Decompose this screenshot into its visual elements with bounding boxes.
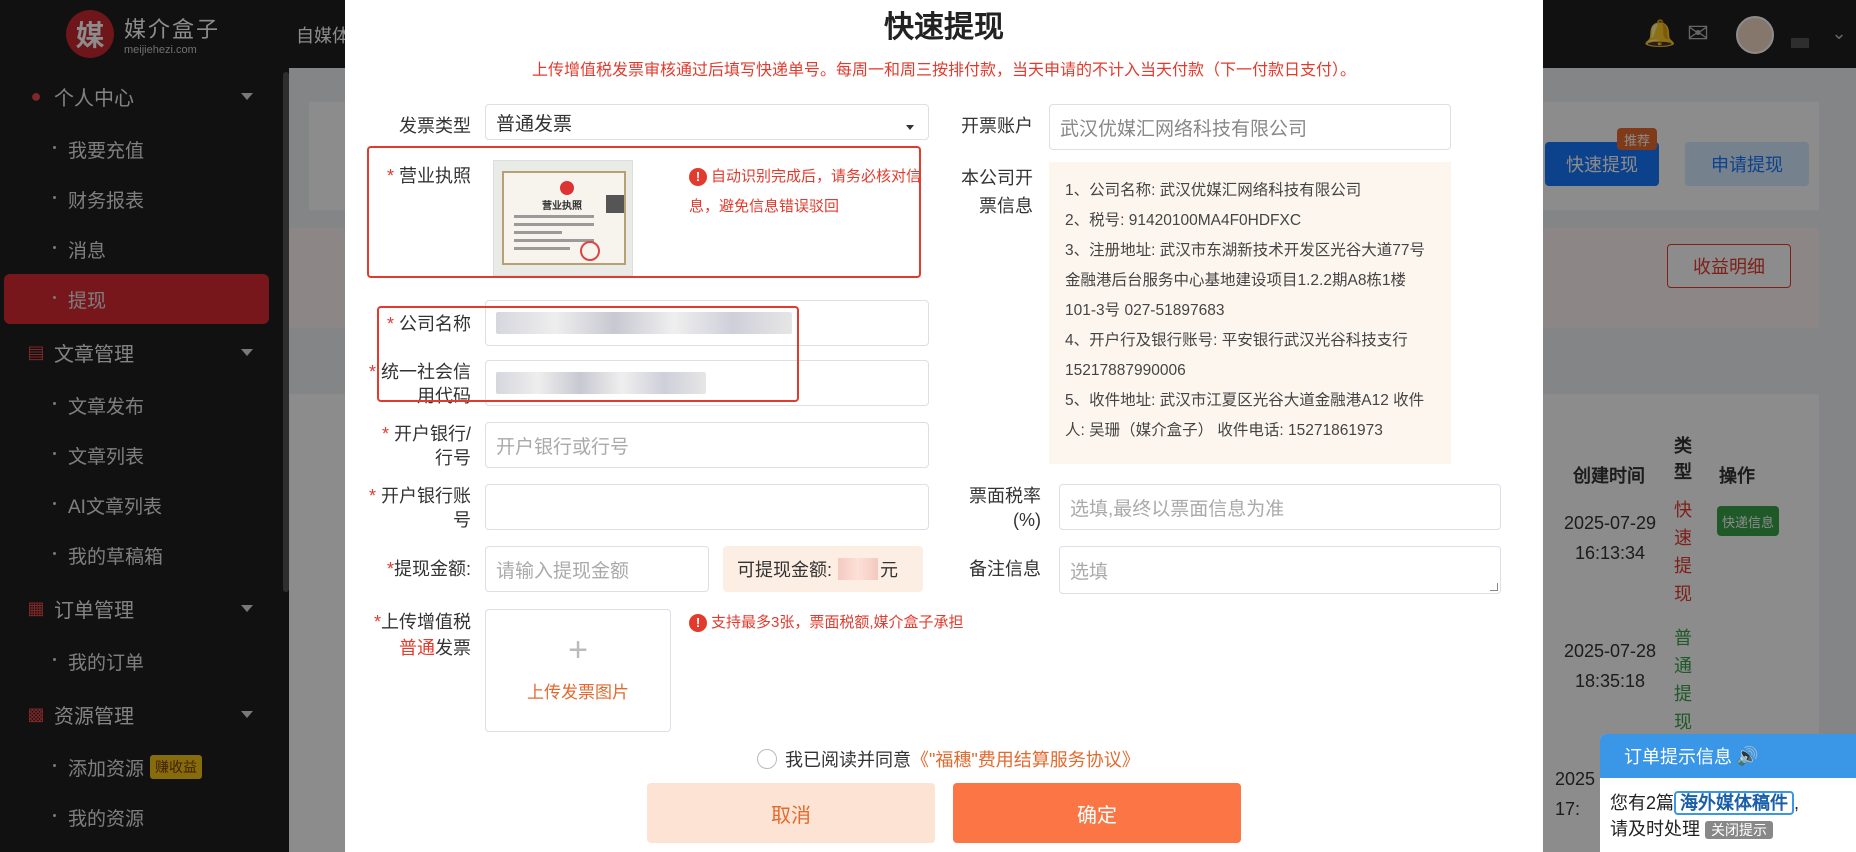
company-info-line: 2、税号: 91420100MA4F0HDFXC: [1065, 212, 1302, 229]
order-notification-panel: 订单提示信息 🔊 您有2篇 海外媒体稿件, 请及时处理 关闭提示: [1600, 734, 1856, 852]
amount-label: *提现金额:: [386, 559, 471, 579]
agree-radio[interactable]: [757, 749, 777, 769]
account-input[interactable]: [485, 484, 929, 530]
amount-placeholder: 请输入提现金额: [496, 560, 630, 582]
close-tip-button[interactable]: 关闭提示: [1705, 821, 1774, 839]
order-panel-body: 您有2篇 海外媒体稿件, 请及时处理 关闭提示: [1610, 791, 1800, 839]
upload-label: *上传增值税 普通发票: [373, 612, 471, 658]
remark-label: 备注信息: [969, 559, 1041, 579]
upload-warning-text: 支持最多3张，票面税额,媒介盒子承担: [711, 614, 964, 631]
redacted-value: [838, 558, 879, 580]
invoice-type-label: 发票类型: [399, 116, 471, 136]
order-panel-highlight[interactable]: 海外媒体稿件: [1674, 791, 1795, 815]
bank-label-text: 开户银行/行号: [393, 424, 471, 468]
order-panel-title: 订单提示信息: [1624, 747, 1732, 767]
cancel-button[interactable]: 取消: [647, 783, 935, 843]
upload-warning: ! 支持最多3张，票面税额,媒介盒子承担: [689, 608, 1089, 638]
billing-account-field: 武汉优媒汇网络科技有限公司: [1049, 104, 1451, 150]
amount-label-text: 提现金额:: [393, 559, 471, 579]
company-info-line: 4、开户行及银行账号: 平安银行武汉光谷科技支行15217887990006: [1065, 332, 1408, 379]
agreement-link[interactable]: 《"福穗"费用结算服务协议》: [911, 746, 1140, 772]
invoice-type-value: 普通发票: [496, 113, 573, 135]
upload-label-b-red: 普通: [399, 638, 435, 658]
dialog-notice: 上传增值税发票审核通过后填写快递单号。每周一和周三按排付款，当天申请的不计入当天…: [531, 62, 1356, 79]
company-info-label: 本公司开票信息: [961, 168, 1033, 216]
caret-down-icon: [906, 125, 914, 130]
upload-invoice-button[interactable]: + 上传发票图片: [485, 609, 671, 732]
agree-text: 我已阅读并同意: [785, 750, 911, 770]
account-label: * 开户银行账号: [368, 486, 471, 530]
available-amount: 可提现金额: 元: [723, 546, 923, 592]
bank-label: * 开户银行/行号: [381, 424, 471, 468]
company-info-line: 1、公司名称: 武汉优媒汇网络科技有限公司: [1065, 182, 1362, 199]
company-highlight-box: [377, 306, 799, 402]
order-panel-text: 请及时处理: [1610, 819, 1700, 839]
speaker-icon: 🔊: [1736, 745, 1759, 766]
company-info-box: 1、公司名称: 武汉优媒汇网络科技有限公司 2、税号: 91420100MA4F…: [1049, 162, 1451, 464]
upload-label-a: 上传增值税: [381, 612, 471, 632]
remark-placeholder: 选填: [1070, 562, 1109, 583]
dialog-title: 快速提现: [884, 11, 1004, 44]
available-unit: 元: [880, 560, 899, 580]
order-panel-header: 订单提示信息 🔊: [1600, 734, 1856, 778]
available-label: 可提现金额:: [737, 560, 833, 580]
order-panel-text: 您有2篇: [1610, 793, 1675, 813]
company-info-line: 3、注册地址: 武汉市东湖新技术开发区光谷大道77号金融港后台服务中心基地建设项…: [1065, 242, 1425, 319]
license-highlight-box: [367, 146, 921, 278]
tax-rate-input[interactable]: 选填,最终以票面信息为准: [1059, 484, 1501, 530]
amount-input[interactable]: 请输入提现金额: [485, 546, 709, 592]
invoice-type-select[interactable]: 普通发票: [485, 104, 929, 140]
agreement: 我已阅读并同意 《"福穗"费用结算服务协议》: [757, 746, 1140, 772]
billing-account-value: 武汉优媒汇网络科技有限公司: [1060, 118, 1308, 140]
bank-input[interactable]: 开户银行或行号: [485, 422, 929, 468]
remark-textarea[interactable]: 选填: [1059, 546, 1501, 594]
bank-placeholder: 开户银行或行号: [496, 436, 630, 458]
account-label-text: 开户银行账号: [381, 486, 471, 530]
upload-label-b: 发票: [435, 638, 471, 658]
warning-icon: !: [689, 614, 707, 633]
plus-icon: +: [568, 631, 588, 669]
tax-rate-label: 票面税率(%): [969, 486, 1041, 530]
upload-text: 上传发票图片: [527, 683, 629, 702]
confirm-button[interactable]: 确定: [953, 783, 1241, 843]
company-info-line: 5、收件地址: 武汉市江夏区光谷大道金融港A12 收件人: 吴珊（媒介盒子） 收…: [1065, 392, 1425, 439]
tax-rate-placeholder: 选填,最终以票面信息为准: [1070, 498, 1285, 520]
fast-withdraw-dialog: 快速提现 上传增值税发票审核通过后填写快递单号。每周一和周三按排付款，当天申请的…: [345, 0, 1543, 852]
resize-handle-icon[interactable]: [1490, 583, 1498, 591]
billing-account-label: 开票账户: [961, 116, 1033, 136]
